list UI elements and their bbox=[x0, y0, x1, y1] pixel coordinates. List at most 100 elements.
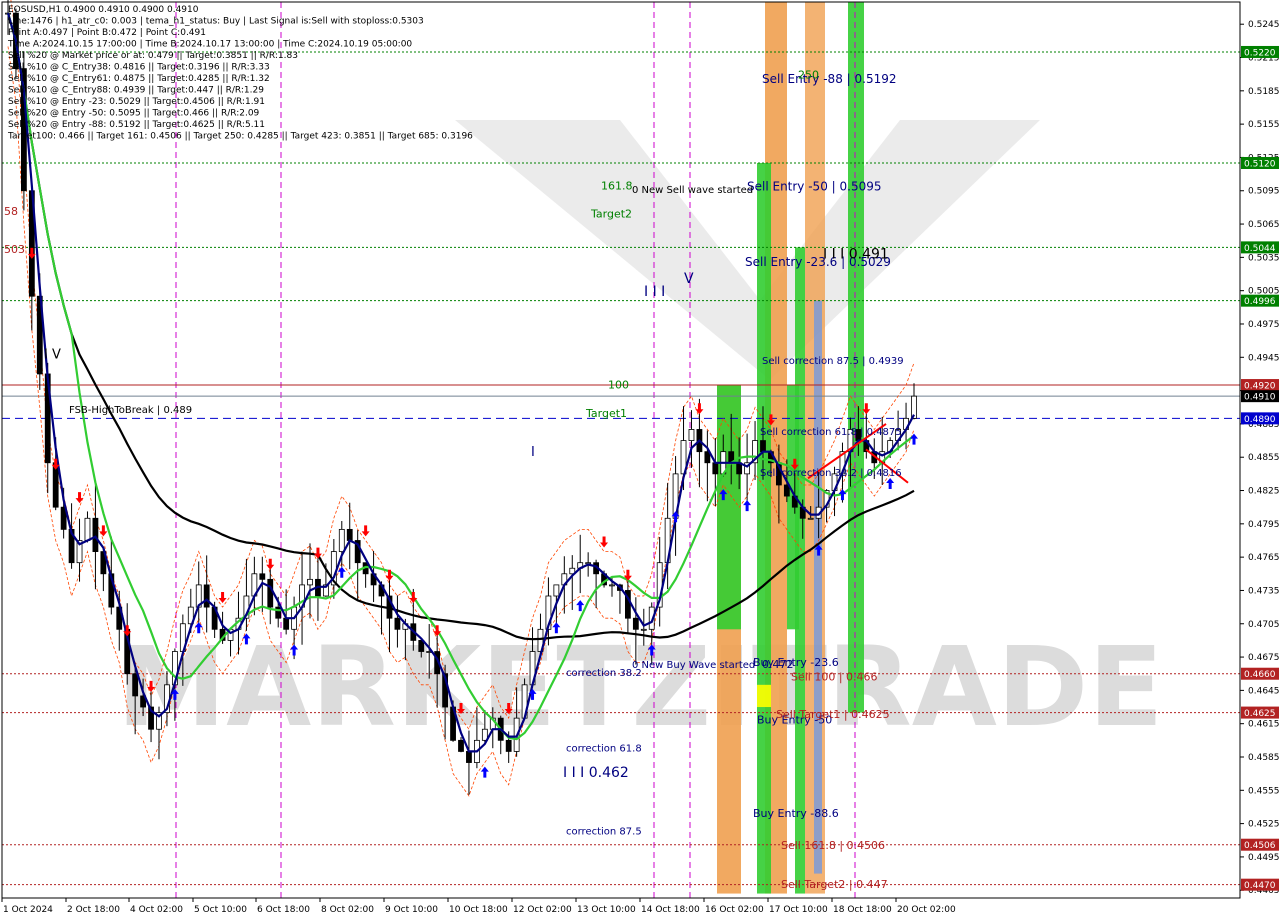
candle-body bbox=[346, 528, 353, 541]
chart-annotation: 0 New Sell wave started bbox=[632, 185, 753, 196]
chart-annotation: correction 87.5 bbox=[566, 827, 642, 838]
info-line: EOSUSD,H1 0.4900 0.4910 0.4900 0.4910 bbox=[8, 5, 199, 15]
x-tick-label: 13 Oct 10:00 bbox=[577, 905, 636, 915]
buy-arrow-icon bbox=[576, 600, 585, 612]
chart-annotation: Buy Entry -88.6 bbox=[753, 807, 839, 820]
y-tick-label: 0.4795 bbox=[1248, 520, 1280, 530]
info-line: Sell %10 @ C_Entry88: 0.4939 || Target:0… bbox=[8, 86, 264, 96]
chart-annotation: Sell 161.8 | 0.4506 bbox=[781, 839, 885, 852]
y-tick-label: 0.4555 bbox=[1248, 786, 1280, 796]
chart-annotation: Sell Target1 | 0.4625 bbox=[776, 708, 890, 721]
x-tick-label: 9 Oct 10:00 bbox=[385, 905, 438, 915]
y-tick-label: 0.4735 bbox=[1248, 586, 1280, 596]
sell-arrow-icon bbox=[361, 525, 370, 537]
chart-annotation: 100 bbox=[608, 378, 629, 391]
watermark: MARKETZITRADE bbox=[117, 120, 1164, 751]
info-line: Target100: 0.466 || Target 161: 0.4506 |… bbox=[7, 132, 473, 142]
signal-band bbox=[757, 162, 771, 894]
candle-body bbox=[466, 751, 472, 763]
chart-annotation: Sell 100 | 0.466 bbox=[791, 670, 878, 683]
y-tick-label: 0.4975 bbox=[1248, 320, 1280, 330]
y-tick-label: 0.4675 bbox=[1248, 653, 1280, 663]
y-tick-label: 0.4495 bbox=[1248, 853, 1280, 863]
price-label: 0.5120 bbox=[1244, 159, 1276, 169]
info-line: Point A:0.497 | Point B:0.472 | Point C:… bbox=[8, 28, 206, 38]
y-tick-label: 0.4525 bbox=[1248, 820, 1280, 830]
chart-annotation: correction 38.2 bbox=[566, 668, 642, 679]
y-tick-label: 0.5035 bbox=[1248, 253, 1280, 263]
y-tick-label: 0.4825 bbox=[1248, 487, 1280, 497]
sell-arrow-icon bbox=[695, 403, 704, 415]
info-header: EOSUSD,H1 0.4900 0.4910 0.4900 0.4910 Lin… bbox=[7, 5, 473, 142]
x-tick-label: 17 Oct 10:00 bbox=[769, 905, 828, 915]
chart-annotation: correction 61.8 bbox=[566, 743, 642, 754]
sell-arrow-icon bbox=[218, 592, 227, 604]
x-tick-label: 8 Oct 02:00 bbox=[321, 905, 374, 915]
chart-annotation: I V bbox=[44, 347, 61, 362]
info-line: Sell %20 @ Entry -88: 0.5192 || Target:0… bbox=[8, 120, 265, 130]
sell-arrow-icon bbox=[600, 536, 609, 548]
y-tick-label: 0.4765 bbox=[1248, 553, 1280, 563]
y-tick-label: 0.5155 bbox=[1248, 120, 1280, 130]
candle-body bbox=[307, 578, 313, 586]
y-tick-label: 0.4705 bbox=[1248, 620, 1280, 630]
signal-band bbox=[717, 385, 741, 630]
watermark-text: MARKETZITRADE bbox=[117, 623, 1164, 751]
buy-arrow-icon bbox=[886, 477, 895, 489]
buy-arrow-icon bbox=[480, 766, 489, 778]
chart-annotation: Sell correction 38.2 | 0.4816 bbox=[760, 468, 902, 479]
price-label: 0.4625 bbox=[1244, 709, 1276, 719]
x-tick-label: 12 Oct 02:00 bbox=[513, 905, 572, 915]
x-tick-label: 10 Oct 18:00 bbox=[449, 905, 508, 915]
candle-body bbox=[203, 584, 210, 608]
sell-arrow-icon bbox=[75, 492, 84, 504]
candle-body bbox=[632, 617, 639, 630]
watermark-logo bbox=[455, 120, 1040, 380]
y-tick-label: 0.5095 bbox=[1248, 187, 1280, 197]
sell-arrow-icon bbox=[266, 558, 275, 570]
chart-annotation: Sell Target2 | 0.447 bbox=[781, 878, 888, 891]
price-label: 0.4920 bbox=[1244, 382, 1276, 392]
candle-body bbox=[283, 617, 290, 630]
info-line: Line:1476 | h1_atr_c0: 0.003 | tema_h1_s… bbox=[8, 17, 424, 27]
candle-body bbox=[267, 578, 274, 608]
candle-body bbox=[338, 528, 345, 552]
x-tick-label: 16 Oct 02:00 bbox=[705, 905, 764, 915]
price-label: 0.4470 bbox=[1244, 881, 1276, 891]
price-label: 0.4660 bbox=[1244, 670, 1276, 680]
y-tick-label: 0.5185 bbox=[1248, 87, 1280, 97]
y-tick-label: 0.5245 bbox=[1248, 20, 1280, 30]
info-line: Sell %10 @ Entry -23: 0.5029 || Target:0… bbox=[8, 97, 265, 107]
sell-arrow-icon bbox=[99, 525, 108, 537]
chart-annotation: 0 New Buy Wave started bbox=[632, 660, 755, 671]
price-label: 0.4910 bbox=[1244, 393, 1276, 403]
chart-annotation: Sell Entry -50 | 0.5095 bbox=[747, 180, 881, 194]
signal-band bbox=[757, 684, 771, 708]
x-tick-label: 2 Oct 18:00 bbox=[67, 905, 120, 915]
chart-annotation: I I I 0.462 bbox=[563, 765, 629, 781]
y-tick-label: 0.4615 bbox=[1248, 720, 1280, 730]
chart-annotation: Sell Entry -88 | 0.5192 bbox=[762, 72, 896, 86]
price-chart[interactable]: MARKETZITRADE FSB-HighToBreak | 0.489 Sel… bbox=[0, 0, 1280, 920]
candle-body bbox=[275, 606, 282, 619]
candle-body bbox=[807, 517, 814, 520]
chart-annotation: I bbox=[531, 445, 535, 460]
price-label: 0.4890 bbox=[1244, 415, 1276, 425]
x-tick-label: 5 Oct 10:00 bbox=[194, 905, 247, 915]
time-axis: 1 Oct 2024 2 Oct 18:00 4 Oct 02:00 5 Oct 10… bbox=[1, 898, 956, 915]
chart-annotation: 58 bbox=[4, 205, 18, 218]
x-tick-label: 6 Oct 18:00 bbox=[257, 905, 310, 915]
chart-annotation: Sell correction 61.8 | 0.4875 bbox=[760, 427, 902, 438]
y-tick-label: 0.4585 bbox=[1248, 753, 1280, 763]
candle-body bbox=[505, 739, 512, 752]
price-label: 0.4996 bbox=[1244, 297, 1276, 307]
buy-arrow-icon bbox=[743, 500, 752, 512]
chart-annotation: 0.472 bbox=[762, 658, 794, 671]
x-tick-label: 1 Oct 2024 bbox=[3, 905, 53, 915]
y-tick-label: 0.5065 bbox=[1248, 220, 1280, 230]
buy-arrow-icon bbox=[337, 566, 346, 578]
candle-body bbox=[609, 584, 615, 587]
x-tick-label: 14 Oct 18:00 bbox=[641, 905, 700, 915]
price-label: 0.5220 bbox=[1244, 48, 1276, 58]
chart-annotation: Sell correction 87.5 | 0.4939 bbox=[762, 356, 904, 367]
